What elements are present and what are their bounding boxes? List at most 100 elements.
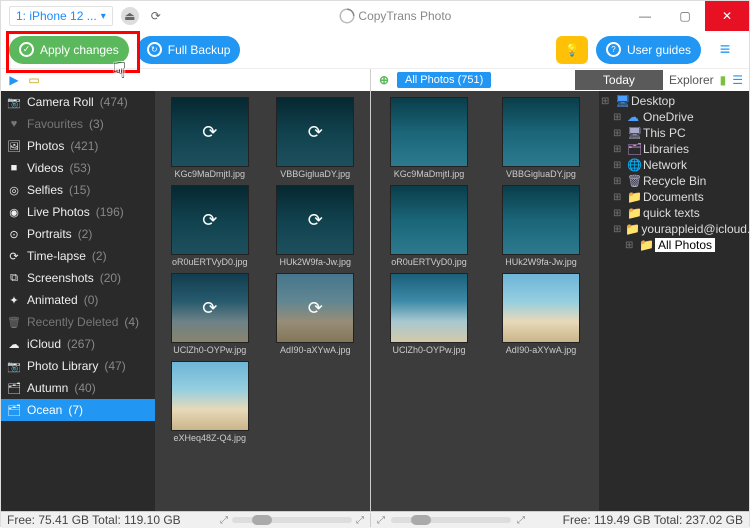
tree-label: yourappleid@icloud.com's: [641, 222, 749, 236]
thumbnail-image: ⟳: [171, 273, 249, 343]
sidebar-item[interactable]: ■Videos (53): [1, 157, 155, 179]
sidebar-item[interactable]: ⊙Portraits (2): [1, 223, 155, 245]
thumbnail[interactable]: ⟳oR0uERTVyD0.jpg: [159, 185, 261, 267]
device-panel-header: ▶ ▭: [1, 69, 370, 91]
sidebar-item[interactable]: ⟳Time-lapse (2): [1, 245, 155, 267]
tree-toggle-icon[interactable]: ⊞: [613, 224, 621, 235]
sidebar-item[interactable]: ♥Favourites (3): [1, 113, 155, 135]
sidebar-item[interactable]: ☁iCloud (267): [1, 333, 155, 355]
sidebar-item[interactable]: 🗑Recently Deleted (4): [1, 311, 155, 333]
tree-item[interactable]: ⊞📁All Photos: [599, 237, 749, 253]
expand-icon[interactable]: ⤢: [220, 515, 228, 526]
sidebar-item[interactable]: 📷Camera Roll (474): [1, 91, 155, 113]
pc-thumbnails[interactable]: KGc9MaDmjtI.jpgVBBGigluaDY.jpgoR0uERTVyD…: [371, 91, 599, 511]
expand-icon-3[interactable]: ⤢: [377, 515, 385, 526]
thumbnail[interactable]: ⟳UClZh0-OYPw.jpg: [159, 273, 261, 355]
sidebar-item[interactable]: ⧉Screenshots (20): [1, 267, 155, 289]
tree-toggle-icon[interactable]: ⊞: [601, 96, 611, 107]
sidebar-item[interactable]: ◎Selfies (15): [1, 179, 155, 201]
thumbnail-image: [390, 97, 468, 167]
thumbnail[interactable]: UClZh0-OYPw.jpg: [375, 273, 483, 355]
album-icon: 🗑: [7, 316, 21, 329]
tree-toggle-icon[interactable]: ⊞: [613, 144, 623, 155]
tree-label: Recycle Bin: [643, 174, 706, 188]
expand-icon-4[interactable]: ⤢: [517, 515, 525, 526]
tree-item[interactable]: ⊞📁Documents: [599, 189, 749, 205]
tree-item[interactable]: ⊞☁OneDrive: [599, 109, 749, 125]
explorer-tree[interactable]: ⊞🖥Desktop⊞☁OneDrive⊞🖥This PC⊞🗂Libraries⊞…: [599, 91, 749, 511]
sidebar-item[interactable]: 🗂Autumn (40): [1, 377, 155, 399]
album-count: (421): [70, 139, 98, 153]
sidebar-item[interactable]: ◉Live Photos (196): [1, 201, 155, 223]
user-guides-button[interactable]: ? User guides: [596, 36, 701, 64]
zoom-slider[interactable]: [232, 517, 352, 523]
play-icon[interactable]: ▶: [7, 73, 21, 87]
album-count: (53): [69, 161, 90, 175]
thumbnail[interactable]: ⟳HUk2W9fa-Jw.jpg: [265, 185, 367, 267]
sync-icon: ⟳: [172, 98, 248, 166]
zoom-slider-2[interactable]: [391, 517, 511, 523]
eject-icon[interactable]: ⏏: [121, 7, 139, 25]
thumbnail[interactable]: AdI90-aXYwA.jpg: [487, 273, 595, 355]
tree-node-icon: 🖥: [627, 126, 639, 140]
thumbnail[interactable]: ⟳ AdI90-aXYwA.jpg: [265, 273, 367, 355]
tree-item[interactable]: ⊞🗂Libraries: [599, 141, 749, 157]
minimize-button[interactable]: —: [625, 1, 665, 31]
sidebar-item[interactable]: ✦Animated (0): [1, 289, 155, 311]
thumbnail-image: ⟳: [276, 97, 354, 167]
thumbnail-filename: oR0uERTVyD0.jpg: [172, 257, 248, 267]
pc-storage: Free: 119.49 GB Total: 237.02 GB: [563, 513, 743, 527]
tree-toggle-icon[interactable]: ⊞: [613, 128, 623, 139]
tree-toggle-icon[interactable]: ⊞: [613, 176, 623, 187]
tree-item[interactable]: ⊞🌐Network: [599, 157, 749, 173]
refresh-icon[interactable]: ⟳: [147, 7, 165, 25]
album-count: (47): [104, 359, 125, 373]
device-selector[interactable]: 1: iPhone 12 ... ▾: [9, 6, 113, 26]
picture-icon[interactable]: ▭: [27, 73, 41, 87]
add-icon[interactable]: ⊕: [377, 73, 391, 87]
albums-sidebar[interactable]: 📷Camera Roll (474)♥Favourites (3)🖼Photos…: [1, 91, 155, 511]
expand-icon-2[interactable]: ⤢: [356, 515, 364, 526]
thumbnail[interactable]: VBBGigluaDY.jpg: [487, 97, 595, 179]
thumbnail-filename: eXHeq48Z-Q4.jpg: [173, 433, 246, 443]
thumbnail[interactable]: ⟳KGc9MaDmjtI.jpg: [159, 97, 261, 179]
thumbnail-filename: AdI90-aXYwA.jpg: [280, 345, 351, 355]
thumbnail[interactable]: eXHeq48Z-Q4.jpg: [159, 361, 261, 443]
tree-toggle-icon[interactable]: ⊞: [625, 240, 635, 251]
full-backup-button[interactable]: ↻ Full Backup: [137, 36, 241, 64]
chevron-down-icon: ▾: [101, 11, 106, 22]
thumbnail-image: [502, 185, 580, 255]
close-button[interactable]: ✕: [705, 1, 749, 31]
tree-item[interactable]: ⊞🖥Desktop: [599, 93, 749, 109]
maximize-button[interactable]: ▢: [665, 1, 705, 31]
album-icon: ☁: [7, 338, 21, 351]
all-photos-chip[interactable]: All Photos (751): [397, 72, 491, 88]
tree-item[interactable]: ⊞🖥This PC: [599, 125, 749, 141]
apply-changes-button[interactable]: ✓ Apply changes: [9, 36, 129, 64]
sidebar-item[interactable]: 📷Photo Library (47): [1, 355, 155, 377]
tree-toggle-icon[interactable]: ⊞: [613, 112, 623, 123]
tree-item[interactable]: ⊞📁yourappleid@icloud.com's: [599, 221, 749, 237]
device-thumbnails[interactable]: ⟳KGc9MaDmjtI.jpg⟳VBBGigluaDY.jpg⟳oR0uERT…: [155, 91, 370, 511]
tree-item[interactable]: ⊞📁quick texts: [599, 205, 749, 221]
thumbnail-image: ⟳: [276, 273, 354, 343]
tips-button[interactable]: 💡: [556, 36, 588, 64]
sidebar-item[interactable]: 🖼Photos (421): [1, 135, 155, 157]
tree-item[interactable]: ⊞🗑Recycle Bin: [599, 173, 749, 189]
thumbnail[interactable]: KGc9MaDmjtI.jpg: [375, 97, 483, 179]
thumbnail[interactable]: ⟳VBBGigluaDY.jpg: [265, 97, 367, 179]
album-icon: 🗂: [7, 404, 21, 417]
menu-button[interactable]: ≡: [709, 36, 741, 64]
tree-toggle-icon[interactable]: ⊞: [613, 208, 623, 219]
today-chip: Today: [575, 70, 663, 90]
tree-toggle-icon[interactable]: ⊞: [613, 192, 623, 203]
folder-icon[interactable]: ▮: [720, 73, 727, 87]
logo-icon: [338, 7, 356, 25]
thumbnail[interactable]: oR0uERTVyD0.jpg: [375, 185, 483, 267]
album-label: Autumn: [27, 381, 68, 395]
sidebar-item[interactable]: 🗂Ocean (7): [1, 399, 155, 421]
thumbnail[interactable]: HUk2W9fa-Jw.jpg: [487, 185, 595, 267]
tree-toggle-icon[interactable]: ⊞: [613, 160, 623, 171]
toolbar: ✓ Apply changes ↻ Full Backup 💡 ? User g…: [1, 31, 749, 69]
tree-icon[interactable]: ☰: [732, 73, 743, 87]
